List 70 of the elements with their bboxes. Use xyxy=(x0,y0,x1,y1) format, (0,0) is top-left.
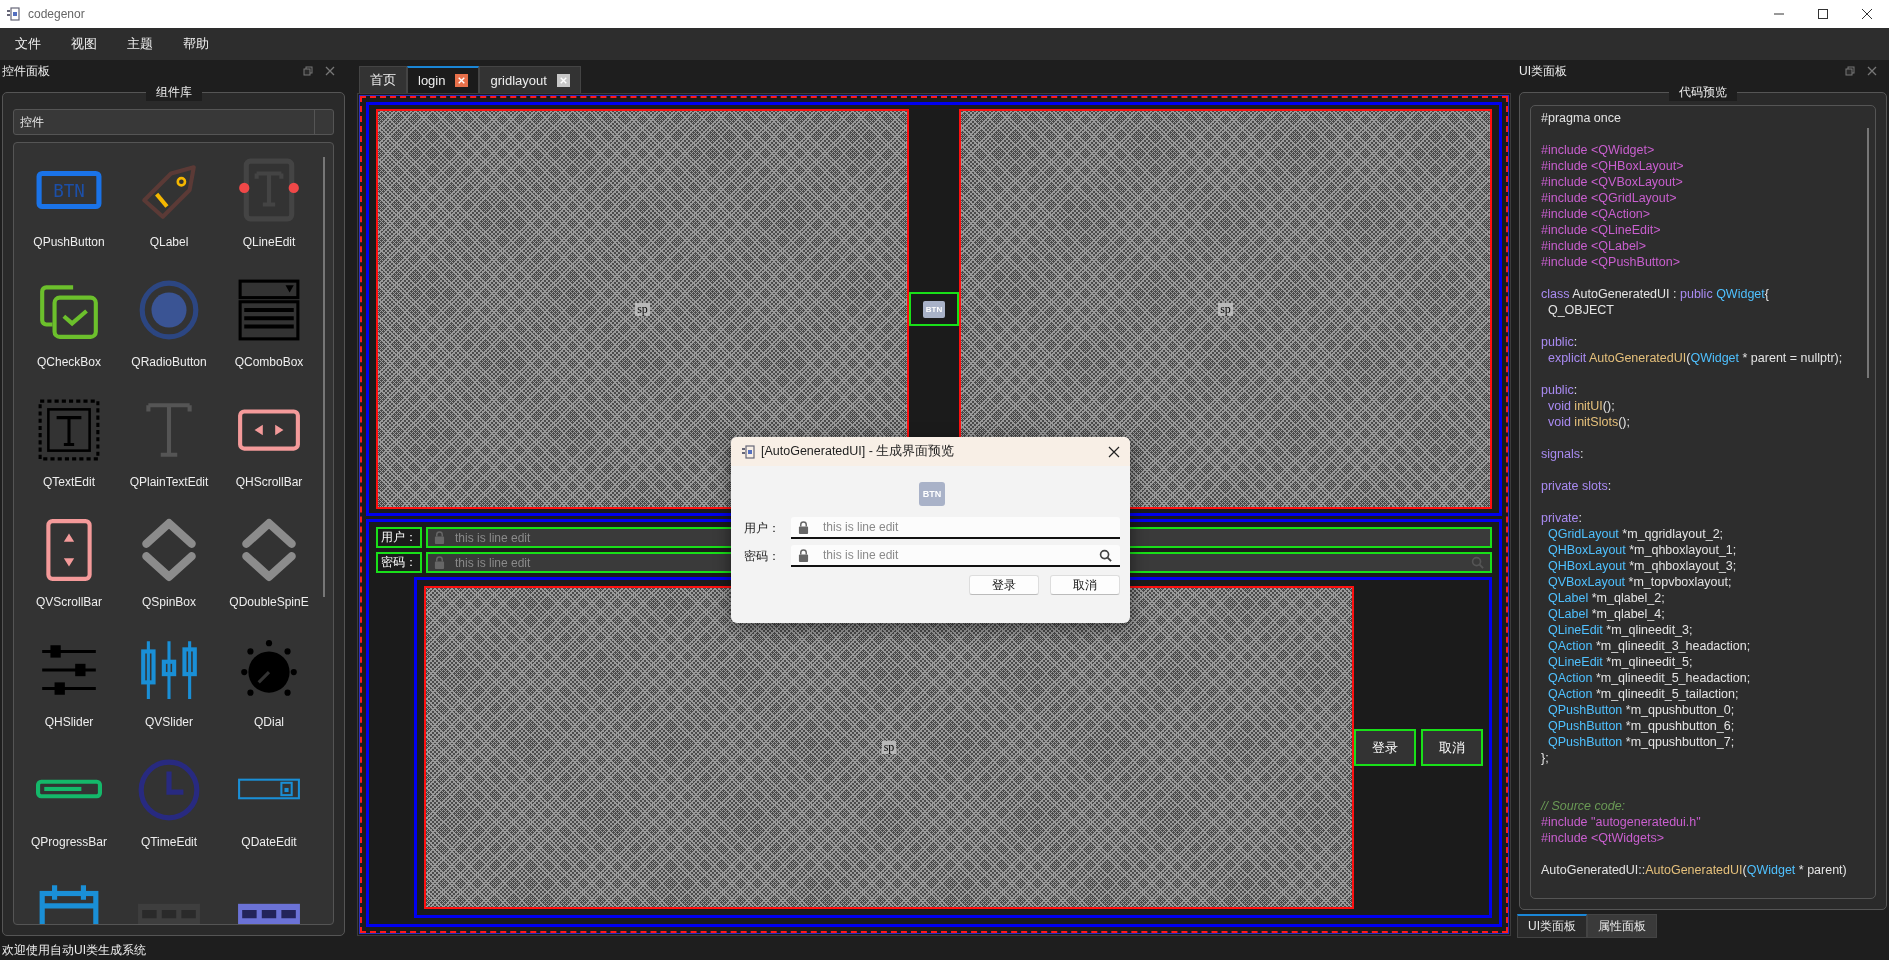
widget-label: QTextEdit xyxy=(43,475,95,489)
spacer-label: sp xyxy=(635,302,650,316)
code-line: QAction *m_qlineedit_5_tailaction; xyxy=(1546,686,1739,702)
code-line: Q_OBJECT xyxy=(1546,302,1614,318)
widget-label: QProgressBar xyxy=(31,835,107,849)
panel-title: UI类面板 xyxy=(1519,62,1567,80)
widget-label: QCheckBox xyxy=(37,355,101,369)
code-line: public: xyxy=(1541,382,1578,398)
widget-label: QHSlider xyxy=(44,715,94,729)
widget-label: QHScrollBar xyxy=(235,475,303,489)
group-title: 代码预览 xyxy=(1669,84,1737,101)
code-line: #include <QAction> xyxy=(1541,206,1651,222)
field-label: 用户： xyxy=(744,519,781,537)
widget-label: QDoubleSpinE xyxy=(229,595,309,609)
code-line: QVBoxLayout *m_topvboxlayout; xyxy=(1546,574,1732,590)
group-title: 组件库 xyxy=(145,84,202,101)
code-line: QAction *m_qlineedit_5_headaction; xyxy=(1546,670,1751,686)
code-line: QHBoxLayout *m_qhboxlayout_3; xyxy=(1546,558,1737,574)
code-line: explicit AutoGeneratedUI(QWidget * parent = nullptr); xyxy=(1546,350,1843,366)
spacer-label: sp xyxy=(881,741,897,754)
code-line: #include <QLabel> xyxy=(1541,238,1646,254)
panel-title: 控件面板 xyxy=(2,62,50,80)
code-line: #include <QHBoxLayout> xyxy=(1541,158,1684,174)
widget-label: QPushButton xyxy=(33,235,105,249)
widget-label: QVScrollBar xyxy=(36,595,102,609)
widget-label: QRadioButton xyxy=(131,355,207,369)
field-label: 密码： xyxy=(744,547,781,565)
code-line: private: xyxy=(1541,510,1582,526)
code-line: public: xyxy=(1541,334,1578,350)
widget-label: QLabel xyxy=(149,235,189,249)
spacer-label: sp xyxy=(1218,302,1233,316)
widget-label: QTimeEdit xyxy=(140,835,198,849)
code-line: signals: xyxy=(1541,446,1584,462)
code-line: #pragma once xyxy=(1541,110,1621,126)
code-line: #include <QPushButton> xyxy=(1541,254,1680,270)
code-line: QGridLayout *m_qgridlayout_2; xyxy=(1546,526,1724,542)
widget-label: QPlainTextEdit xyxy=(129,475,209,489)
code-line: #include <QGridLayout> xyxy=(1541,190,1677,206)
widget-label: QDial xyxy=(254,715,284,729)
code-line: #include <QtWidgets> xyxy=(1541,830,1664,846)
code-line: QPushButton *m_qpushbutton_0; xyxy=(1546,702,1735,718)
code-line: void initUI(); xyxy=(1546,398,1615,414)
code-line: }; xyxy=(1541,750,1549,766)
status-text: 欢迎使用自动UI类生成系统 xyxy=(1,941,146,959)
code-line: #include <QLineEdit> xyxy=(1541,222,1661,238)
code-line: QPushButton *m_qpushbutton_6; xyxy=(1546,718,1735,734)
code-line: QLabel *m_qlabel_4; xyxy=(1546,606,1665,622)
dialog-title: [AutoGeneratedUI] - 生成界面预览 xyxy=(761,443,955,460)
code-line: void initSlots(); xyxy=(1546,414,1630,430)
window-title: codegenor xyxy=(28,7,85,21)
code-line: #include <QWidget> xyxy=(1541,142,1655,158)
code-line: QLabel *m_qlabel_2; xyxy=(1546,590,1665,606)
field-label: 用户： xyxy=(376,527,422,548)
widget-label: QDateEdit xyxy=(241,835,297,849)
widget-label: QVSlider xyxy=(145,715,193,729)
widget-label: QLineEdit xyxy=(242,235,296,249)
code-line: AutoGeneratedUI::AutoGeneratedUI(QWidget * parent) xyxy=(1541,862,1847,878)
field-label: 密码： xyxy=(376,552,422,573)
code-line: #include <QVBoxLayout> xyxy=(1541,174,1683,190)
code-line: QPushButton *m_qpushbutton_7; xyxy=(1546,734,1735,750)
widget-label: QSpinBox xyxy=(142,595,196,609)
code-line: private slots: xyxy=(1541,478,1612,494)
widget-label: QComboBox xyxy=(234,355,304,369)
code-line: class AutoGeneratedUI : public QWidget{ xyxy=(1541,286,1769,302)
code-line: QLineEdit *m_qlineedit_5; xyxy=(1546,654,1693,670)
code-line: QLineEdit *m_qlineedit_3; xyxy=(1546,622,1693,638)
code-line: QHBoxLayout *m_qhboxlayout_1; xyxy=(1546,542,1737,558)
code-line: #include "autogeneratedui.h" xyxy=(1541,814,1701,830)
code-line: QAction *m_qlineedit_3_headaction; xyxy=(1546,638,1751,654)
code-line: // Source code: xyxy=(1541,798,1626,814)
